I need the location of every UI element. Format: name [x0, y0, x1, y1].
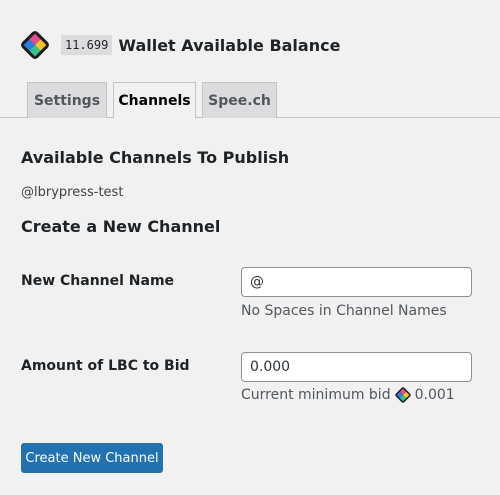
channel-list-item: @lbrypress-test: [21, 185, 124, 200]
minimum-bid-help: Current minimum bid 0.001: [241, 387, 455, 403]
page-title: Wallet Available Balance: [118, 35, 341, 55]
header: 11.699 Wallet Available Balance: [21, 31, 340, 59]
minimum-bid-text: Current minimum bid: [241, 387, 391, 403]
create-channel-button[interactable]: Create New Channel: [21, 443, 163, 473]
available-channels-heading: Available Channels To Publish: [21, 148, 290, 167]
minimum-bid-value: 0.001: [414, 387, 455, 403]
channel-name-help: No Spaces in Channel Names: [241, 303, 447, 319]
tab-speech[interactable]: Spee.ch: [202, 82, 277, 118]
tab-channels[interactable]: Channels: [113, 82, 196, 119]
channel-name-input[interactable]: [241, 267, 472, 297]
channel-name-label: New Channel Name: [21, 273, 175, 289]
bid-amount-input[interactable]: [241, 352, 472, 382]
tab-settings[interactable]: Settings: [27, 82, 107, 118]
balance-value: 11.699: [61, 35, 113, 55]
tab-bar: Settings Channels Spee.ch: [0, 82, 500, 119]
bid-amount-label: Amount of LBC to Bid: [21, 358, 190, 374]
lbry-credits-icon: [394, 387, 411, 403]
create-channel-heading: Create a New Channel: [21, 217, 221, 236]
lbry-logo-icon: [21, 31, 49, 59]
